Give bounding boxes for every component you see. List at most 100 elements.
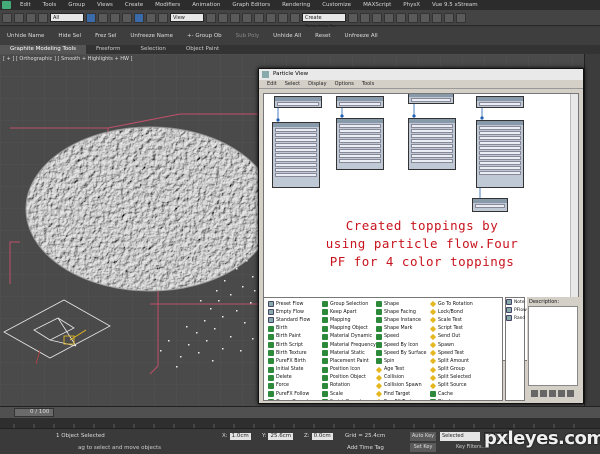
- depot-item[interactable]: Shape Facing: [376, 308, 427, 316]
- zoom-region-icon[interactable]: [549, 390, 556, 397]
- zoom-icon[interactable]: [540, 390, 547, 397]
- depot-item[interactable]: Material Dynamic: [322, 333, 376, 341]
- redo-icon[interactable]: [14, 12, 24, 23]
- unfreeze-all-button[interactable]: Unfreeze All: [338, 33, 385, 39]
- depot-item[interactable]: Material Frequency: [322, 341, 376, 349]
- snap-icon[interactable]: [242, 12, 252, 23]
- depot-item[interactable]: PureFX Test: [375, 398, 427, 400]
- unlink-icon[interactable]: [38, 12, 48, 23]
- x-field[interactable]: 1.0cm: [229, 433, 251, 440]
- depot-item[interactable]: Mapping: [322, 316, 376, 324]
- keyboard-shortcut-icon[interactable]: [230, 12, 240, 23]
- pf-source-node[interactable]: [408, 94, 454, 104]
- menu-item[interactable]: Edit: [14, 2, 37, 8]
- depot-item[interactable]: PureFX Follow: [268, 390, 314, 398]
- rotate-icon[interactable]: [146, 12, 156, 23]
- spinner-snap-icon[interactable]: [278, 12, 288, 23]
- z-field[interactable]: 0.0cm: [311, 433, 333, 440]
- pf-event-node[interactable]: [472, 198, 508, 212]
- menu-item[interactable]: Vue 9.5 xStream: [426, 2, 484, 8]
- depot-item[interactable]: Birth: [268, 325, 314, 333]
- depot-item[interactable]: Speed: [376, 333, 427, 341]
- track-bar[interactable]: [0, 418, 600, 428]
- unhide-name-button[interactable]: Unhide Name: [0, 33, 51, 39]
- depot-item[interactable]: Spawn: [429, 341, 473, 349]
- select-by-name-icon[interactable]: [98, 12, 108, 23]
- add-time-tag-button[interactable]: Add Time Tag: [347, 445, 384, 451]
- depot-item[interactable]: Split Source: [429, 382, 473, 390]
- depot-item[interactable]: Empty Flow: [268, 308, 314, 316]
- pf-event-node[interactable]: [272, 122, 320, 188]
- depot-item[interactable]: Shape Mark: [376, 325, 427, 333]
- depot-item[interactable]: Spin: [376, 357, 427, 365]
- list-item[interactable]: Rand: [506, 314, 525, 322]
- depot-item[interactable]: Collision: [375, 374, 427, 382]
- pv-menu-options[interactable]: Options: [331, 81, 358, 87]
- mirror-icon[interactable]: [348, 12, 358, 23]
- pv-menu-display[interactable]: Display: [304, 81, 330, 87]
- menu-item[interactable]: Create: [119, 2, 149, 8]
- depot-item[interactable]: Standard Flow: [268, 316, 314, 324]
- pf-source-node[interactable]: [476, 96, 524, 108]
- move-icon[interactable]: [134, 12, 144, 23]
- pf-event-node[interactable]: [408, 118, 456, 170]
- viewport-label[interactable]: [ + ] [ Orthographic ] [ Smooth + Highli…: [3, 56, 132, 62]
- menu-item[interactable]: MAXScript: [357, 2, 397, 8]
- depot-item[interactable]: Script Test: [429, 325, 473, 333]
- schematic-icon[interactable]: [408, 12, 418, 23]
- rendered-frame-icon[interactable]: [444, 12, 454, 23]
- depot-item[interactable]: Group Selection: [322, 300, 376, 308]
- menu-item[interactable]: Rendering: [276, 2, 316, 8]
- depot-item[interactable]: Delete: [268, 374, 314, 382]
- pivot-icon[interactable]: [206, 12, 216, 23]
- list-item[interactable]: Note: [506, 298, 524, 306]
- align-icon[interactable]: [360, 12, 370, 23]
- pv-menu-tools[interactable]: Tools: [358, 81, 378, 87]
- tab-freeform[interactable]: Freeform: [86, 45, 131, 54]
- depot-item[interactable]: Script Operator: [322, 398, 376, 400]
- depot-item[interactable]: Find Target: [375, 390, 427, 398]
- depot-item[interactable]: Position Icon: [322, 366, 376, 374]
- tab-selection[interactable]: Selection: [131, 45, 176, 54]
- named-selection-select[interactable]: Create Selection Se: [302, 13, 346, 30]
- depot-item[interactable]: Scale Test: [429, 316, 473, 324]
- graphite-icon[interactable]: [384, 12, 394, 23]
- depot-item[interactable]: Age Test: [375, 366, 427, 374]
- menu-item[interactable]: Group: [62, 2, 91, 8]
- no-zoom-icon[interactable]: [567, 390, 574, 397]
- depot-item[interactable]: Scale: [322, 390, 376, 398]
- zoom-extents-icon[interactable]: [558, 390, 565, 397]
- key-filters-button[interactable]: Key Filters...: [456, 444, 486, 450]
- depot-item[interactable]: Cache: [430, 390, 473, 398]
- depot-item[interactable]: Birth Texture: [268, 349, 314, 357]
- freeze-sel-button[interactable]: Frez Sel: [88, 33, 123, 39]
- percent-snap-icon[interactable]: [266, 12, 276, 23]
- pf-source-node[interactable]: [274, 96, 322, 108]
- material-editor-icon[interactable]: [420, 12, 430, 23]
- pv-menu-select[interactable]: Select: [281, 81, 304, 87]
- edit-named-sel-icon[interactable]: [290, 12, 300, 23]
- sub-poly-button[interactable]: Sub Poly: [229, 33, 267, 39]
- depot-item[interactable]: Speed By Surface: [376, 349, 427, 357]
- list-item[interactable]: PFlow: [506, 306, 527, 314]
- select-object-icon[interactable]: [86, 12, 96, 23]
- depot-item[interactable]: Material Static: [322, 349, 376, 357]
- menu-item[interactable]: PhysX: [397, 2, 426, 8]
- auto-key-button[interactable]: Auto Key: [410, 432, 436, 441]
- depot-item[interactable]: Shape Instance: [376, 316, 427, 324]
- depot-item[interactable]: Split Amount: [429, 357, 473, 365]
- depot-item[interactable]: Keep Apart: [322, 308, 376, 316]
- depot-item[interactable]: Force: [268, 382, 314, 390]
- link-icon[interactable]: [26, 12, 36, 23]
- depot-item[interactable]: Send Out: [429, 333, 473, 341]
- depot-item[interactable]: Group Operator: [268, 398, 314, 400]
- scale-icon[interactable]: [158, 12, 168, 23]
- hide-sel-button[interactable]: Hide Sel: [51, 33, 88, 39]
- depot-item[interactable]: Position Object: [322, 374, 376, 382]
- set-key-button[interactable]: Set Key: [410, 443, 436, 452]
- pv-menu-edit[interactable]: Edit: [263, 81, 281, 87]
- pf-source-node[interactable]: [336, 96, 384, 108]
- depot-item[interactable]: Lock/Bond: [429, 308, 473, 316]
- tab-object-paint[interactable]: Object Paint: [176, 45, 229, 54]
- layer-icon[interactable]: [372, 12, 382, 23]
